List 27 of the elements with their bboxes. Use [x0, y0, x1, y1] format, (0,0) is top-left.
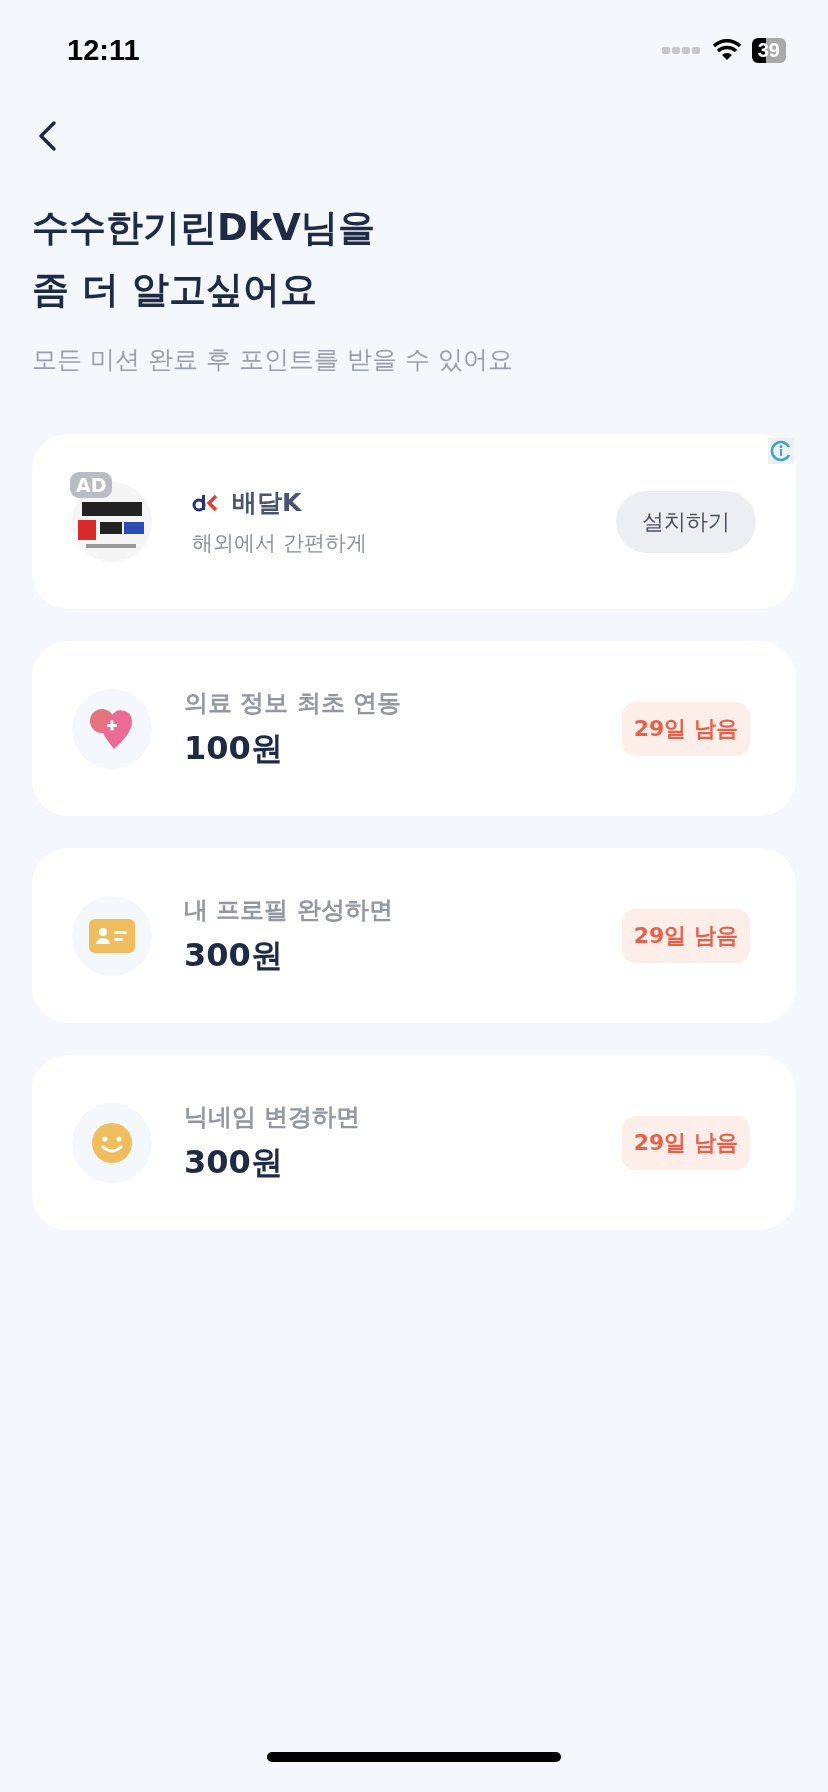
page-subtitle: 모든 미션 완료 후 포인트를 받을 수 있어요 [32, 344, 514, 376]
reward-amount: 300원 [184, 1141, 284, 1183]
mission-card[interactable]: 의료 정보 최초 연동 100원 29일 남음 [32, 641, 796, 816]
app-name: 배달K [232, 487, 302, 519]
reward-amount: 100원 [184, 727, 284, 769]
ad-card[interactable]: AD 배달K 해외에서 간편하게 설치하기 [32, 434, 796, 609]
mission-card[interactable]: 내 프로필 완성하면 300원 29일 남음 [32, 848, 796, 1023]
days-left-badge: 29일 남음 [621, 908, 750, 963]
mission-title: 내 프로필 완성하면 [184, 894, 394, 926]
ad-badge: AD [70, 471, 113, 498]
install-button[interactable]: 설치하기 [616, 490, 756, 553]
mission-card[interactable]: 닉네임 변경하면 300원 29일 남음 [32, 1055, 796, 1230]
mission-title: 의료 정보 최초 연동 [184, 687, 403, 719]
smiley-icon [92, 1122, 132, 1163]
app-description: 해외에서 간편하게 [192, 530, 368, 557]
back-icon[interactable] [36, 120, 58, 152]
mission-title: 닉네임 변경하면 [184, 1101, 362, 1133]
id-card-icon [89, 918, 135, 953]
page-title: 수수한기린DkV님을 [32, 205, 376, 251]
page-title: 좀 더 알고싶어요 [32, 267, 318, 313]
days-left-badge: 29일 남음 [621, 1115, 750, 1170]
app-logo-icon [192, 492, 218, 513]
days-left-badge: 29일 남음 [621, 701, 750, 756]
status-time: 12:11 [67, 33, 140, 67]
signal-icon [661, 45, 702, 55]
reward-amount: 300원 [184, 934, 284, 976]
wifi-icon [711, 38, 742, 62]
